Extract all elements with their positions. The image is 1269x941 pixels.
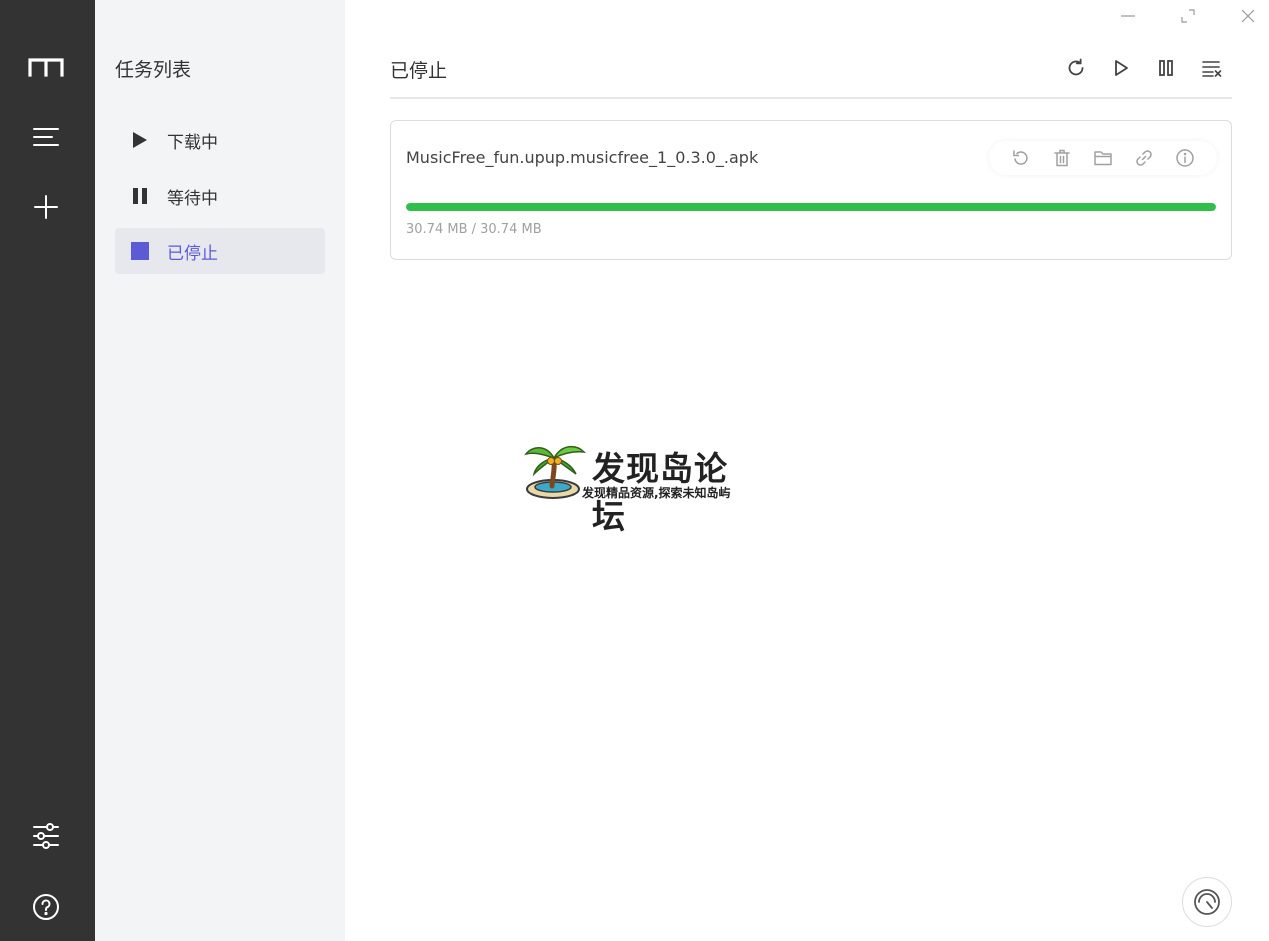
play-icon	[130, 130, 150, 150]
info-button[interactable]	[1173, 146, 1197, 170]
clear-list-button[interactable]	[1199, 55, 1225, 81]
header-divider	[390, 97, 1232, 99]
sidebar-item-stopped[interactable]: 已停止	[115, 228, 325, 274]
sidebar-item-label: 等待中	[167, 188, 218, 209]
refresh-icon	[1068, 58, 1084, 76]
task-list-panel: 任务列表 下载中 等待中 已停止	[95, 0, 345, 941]
palm-island-icon	[524, 445, 587, 499]
speedometer-icon	[1194, 889, 1220, 915]
link-icon	[1136, 150, 1152, 166]
pause-icon	[130, 186, 150, 206]
close-button[interactable]	[1236, 4, 1260, 28]
panel-title: 任务列表	[115, 59, 192, 81]
app-logo-icon[interactable]	[25, 46, 67, 88]
sidebar-item-downloading[interactable]: 下载中	[115, 117, 325, 163]
folder-icon	[1094, 151, 1112, 166]
start-all-button[interactable]	[1108, 55, 1134, 81]
stop-icon	[130, 241, 150, 261]
info-icon	[1175, 149, 1194, 167]
pause-all-button[interactable]	[1153, 55, 1179, 81]
progress-bar	[406, 203, 1216, 211]
task-filename: MusicFree_fun.upup.musicfree_1_0.3.0_.ap…	[406, 148, 759, 167]
watermark-subtitle: 发现精品资源,探索未知岛屿	[582, 486, 731, 500]
retry-icon	[1013, 150, 1029, 165]
speed-limit-button[interactable]	[1182, 877, 1232, 927]
maximize-button[interactable]	[1176, 4, 1200, 28]
progress-fill	[406, 203, 1216, 211]
play-icon	[1115, 60, 1128, 76]
open-folder-button[interactable]	[1091, 146, 1115, 170]
settings-sliders-icon[interactable]	[25, 815, 67, 857]
watermark-logo: 发现岛论坛 发现精品资源,探索未知岛屿	[522, 436, 758, 536]
clear-list-icon	[1202, 61, 1222, 77]
page-title: 已停止	[390, 60, 448, 82]
task-card[interactable]: MusicFree_fun.upup.musicfree_1_0.3.0_.ap…	[390, 120, 1232, 260]
refresh-button[interactable]	[1063, 55, 1089, 81]
add-task-icon[interactable]	[25, 186, 67, 228]
sidebar-item-waiting[interactable]: 等待中	[115, 173, 325, 219]
copy-link-button[interactable]	[1132, 146, 1156, 170]
sidebar-item-label: 已停止	[167, 243, 218, 264]
task-size: 30.74 MB / 30.74 MB	[406, 222, 542, 237]
task-actions	[989, 141, 1217, 175]
menu-icon[interactable]	[25, 116, 67, 158]
delete-icon	[1054, 149, 1070, 167]
delete-button[interactable]	[1050, 146, 1074, 170]
app-rail	[0, 0, 95, 941]
sidebar-item-label: 下载中	[167, 132, 218, 153]
help-icon[interactable]	[25, 886, 67, 928]
pause-icon	[1159, 60, 1173, 76]
retry-button[interactable]	[1009, 146, 1033, 170]
minimize-button[interactable]	[1116, 4, 1140, 28]
